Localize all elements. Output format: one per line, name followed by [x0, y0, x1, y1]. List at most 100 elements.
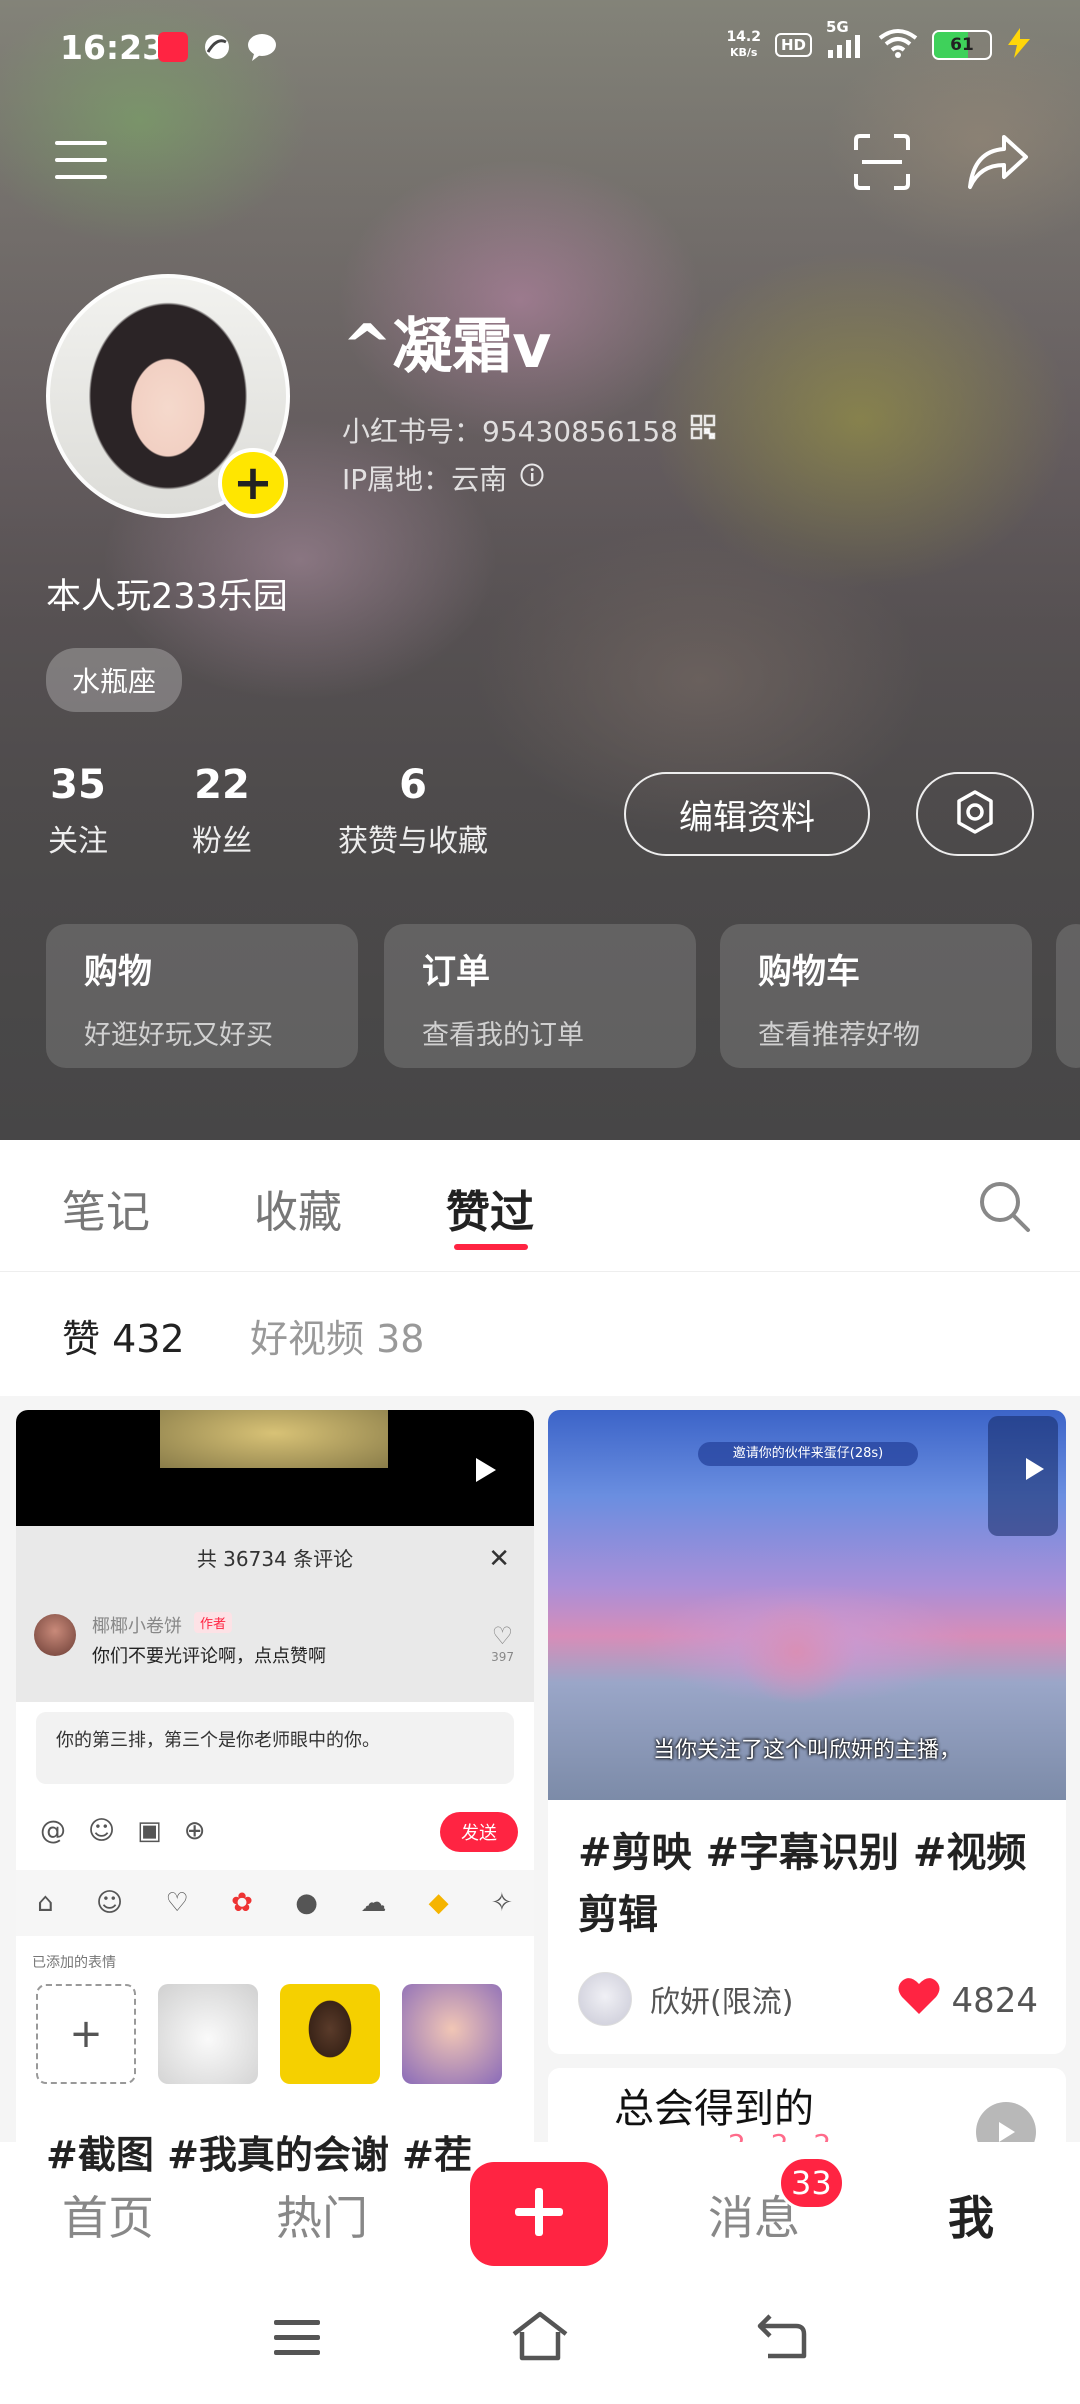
add-avatar-button[interactable]: + — [218, 448, 288, 518]
nav-me[interactable]: 我 — [948, 2182, 994, 2248]
comment-input-text: 你的第三排，第三个是你老师眼中的你。 — [36, 1712, 514, 1784]
play-icon — [976, 2102, 1036, 2142]
hd-icon: HD — [774, 33, 812, 57]
comment-text: 你们不要光评论啊，点点赞啊 — [92, 1646, 326, 1667]
plus-icon — [511, 2184, 567, 2244]
search-icon[interactable] — [974, 1176, 1034, 1236]
video-thumbnail: 邀请你的伙伴来蛋仔(28s) 当你关注了这个叫欣妍的主播， — [548, 1410, 1066, 1800]
comment-count: 共 36734 条评论 — [196, 1547, 354, 1571]
game-banner: 邀请你的伙伴来蛋仔(28s) — [698, 1442, 918, 1466]
video-subtitle: 当你关注了这个叫欣妍的主播， — [652, 1738, 961, 1763]
qrcode-icon[interactable] — [690, 414, 716, 447]
sticker-character — [402, 1984, 502, 2084]
sticker-row: + — [36, 1984, 502, 2084]
stat-followers[interactable]: 22 粉丝 — [174, 762, 270, 860]
bio: 本人玩233乐园 — [46, 577, 288, 617]
settings-button[interactable] — [916, 772, 1034, 856]
battery-icon: 61 — [932, 30, 992, 60]
card-image-text: 总会得到的 — [614, 2086, 814, 2132]
video-thumbnail — [16, 1410, 534, 1526]
gear-icon — [951, 788, 999, 840]
card-title: #剪映 #字幕识别 #视频剪辑 — [578, 1830, 1027, 1938]
recent-apps-icon[interactable] — [272, 2316, 322, 2362]
edit-profile-button[interactable]: 编辑资料 — [624, 772, 870, 856]
close-icon: ✕ — [488, 1544, 510, 1574]
heart-outline-icon: ♡ — [491, 1622, 514, 1650]
username: ^凝霜v — [342, 312, 552, 382]
sticker-icon: ☁ — [360, 1888, 387, 1918]
sticker-icon: ● — [295, 1888, 318, 1918]
tab-liked[interactable]: 赞过 — [446, 1176, 534, 1240]
profile-header: 16:23 14.2 KB/s HD 5G 61 + ^凝霜v 小红书号：954… — [0, 0, 1080, 1140]
heart-filled-icon — [897, 1976, 941, 2025]
at-icon: @ — [40, 1816, 66, 1846]
author-tag: 作者 — [194, 1612, 233, 1633]
active-tab-indicator — [454, 1244, 528, 1250]
author-avatar — [578, 1972, 632, 2026]
share-icon[interactable] — [962, 126, 1034, 198]
image-icon: ▣ — [137, 1816, 162, 1846]
menu-icon[interactable] — [46, 128, 116, 192]
stat-following[interactable]: 35 关注 — [40, 762, 116, 860]
add-sticker-icon: + — [36, 1984, 136, 2084]
app-notification-icon — [202, 32, 232, 62]
sticker-icon: ✿ — [231, 1888, 253, 1918]
user-id: 小红书号：95430856158 — [342, 410, 716, 450]
feed-card[interactable]: 总会得到的 2 2 2 — [548, 2068, 1066, 2142]
status-indicators: 14.2 KB/s HD 5G 61 — [726, 18, 1032, 62]
home-icon[interactable] — [510, 2310, 570, 2366]
tab-collections[interactable]: 收藏 — [254, 1176, 342, 1240]
commenter-avatar — [34, 1614, 76, 1656]
feed-card[interactable]: 共 36734 条评论 ✕ 椰椰小卷饼 作者 你们不要光评论啊，点点赞啊 ♡ 3… — [16, 1410, 534, 2142]
shop-card-cart[interactable]: 购物车 查看推荐好物 — [720, 924, 1032, 1068]
shop-card-shopping[interactable]: 购物 好逛好玩又好买 — [46, 924, 358, 1068]
emoji-bar: ⌂ ☺ ♡ ✿ ● ☁ ◆ ✧ — [16, 1870, 534, 1936]
liked-feed: 共 36734 条评论 ✕ 椰椰小卷饼 作者 你们不要光评论啊，点点赞啊 ♡ 3… — [0, 1396, 1080, 2142]
status-time: 16:23 — [60, 28, 166, 67]
chat-notification-icon — [246, 32, 276, 62]
stat-likes-and-collects[interactable]: 6 获赞与收藏 — [328, 762, 498, 860]
added-stickers-label: 已添加的表情 — [32, 1955, 116, 1971]
messages-badge: 33 — [778, 2156, 845, 2210]
card-image-subtext: 2 2 2 — [728, 2128, 839, 2142]
publish-button[interactable] — [470, 2162, 608, 2266]
card-author[interactable]: 欣妍(限流) — [578, 1972, 793, 2026]
net-speed: 14.2 KB/s — [726, 29, 761, 59]
info-icon[interactable] — [519, 462, 545, 495]
play-icon — [474, 1456, 498, 1488]
nav-trending[interactable]: 热门 — [276, 2182, 368, 2248]
plus-circle-icon: ⊕ — [183, 1816, 206, 1846]
zodiac-tag[interactable]: 水瓶座 — [46, 648, 183, 712]
system-nav-bar — [0, 2276, 1080, 2404]
send-button-image: 发送 — [440, 1812, 518, 1852]
nav-home[interactable]: 首页 — [62, 2182, 154, 2248]
smile-icon: ☺ — [96, 1888, 124, 1918]
sticker-icon: ◆ — [428, 1888, 449, 1918]
shop-card-orders[interactable]: 订单 查看我的订单 — [384, 924, 696, 1068]
ip-location: IP属地：云南 — [342, 458, 545, 498]
shop-card-more[interactable] — [1056, 924, 1080, 1068]
signal-icon: 5G — [826, 18, 864, 58]
play-icon — [1024, 1456, 1046, 1486]
subtab-liked-count[interactable]: 赞 432 — [62, 1308, 185, 1363]
back-icon[interactable] — [756, 2312, 808, 2364]
content-tabs: 笔记 收藏 赞过 — [0, 1140, 1080, 1272]
sticker-cat — [158, 1984, 258, 2084]
feed-card[interactable]: 邀请你的伙伴来蛋仔(28s) 当你关注了这个叫欣妍的主播， #剪映 #字幕识别 … — [548, 1410, 1066, 2054]
wifi-icon — [878, 28, 918, 62]
scan-icon[interactable] — [846, 126, 918, 198]
store-icon: ⌂ — [37, 1888, 54, 1918]
emoji-icon: ☺ — [88, 1816, 116, 1846]
comment-screenshot: 共 36734 条评论 ✕ 椰椰小卷饼 作者 你们不要光评论啊，点点赞啊 ♡ 3… — [16, 1526, 534, 2086]
charging-icon — [1006, 28, 1032, 62]
sticker-person — [280, 1984, 380, 2084]
sticker-icon: ✧ — [491, 1888, 513, 1918]
liked-subtabs: 赞 432 好视频 38 — [0, 1272, 1080, 1396]
heart-icon: ♡ — [165, 1888, 189, 1918]
tab-notes[interactable]: 笔记 — [62, 1176, 150, 1240]
card-title: #截图 #我真的会谢 #茬 — [46, 2133, 472, 2177]
subtab-good-videos[interactable]: 好视频 38 — [250, 1308, 424, 1363]
comment-tools: @ ☺ ▣ ⊕ — [40, 1816, 205, 1846]
card-likes[interactable]: 4824 — [897, 1976, 1038, 2025]
commenter-name: 椰椰小卷饼 — [92, 1616, 182, 1637]
